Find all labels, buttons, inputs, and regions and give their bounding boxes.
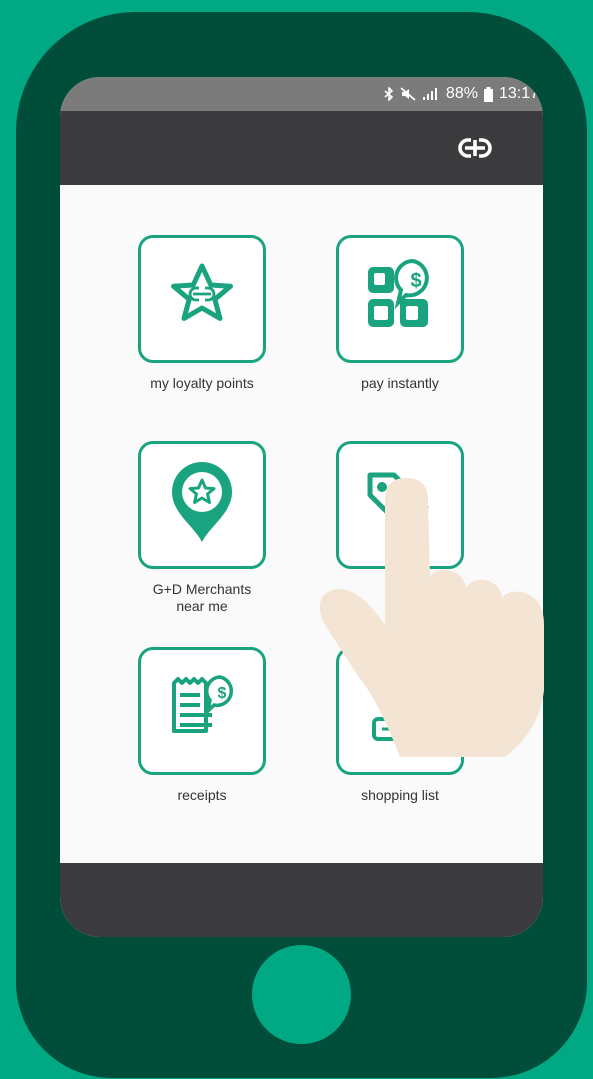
star-logo-icon — [162, 257, 242, 342]
bottom-bar — [60, 863, 543, 937]
menu-grid: my loyalty points $ pay instantly G+D Me… — [60, 185, 543, 863]
pay-grid-icon: $ — [360, 257, 440, 342]
mute-icon — [400, 87, 416, 101]
tile-label: receipts — [177, 787, 227, 803]
location-star-icon — [162, 458, 242, 553]
svg-text:$: $ — [218, 685, 227, 702]
signal-icon — [422, 87, 440, 101]
tag-icon — [360, 463, 440, 548]
gd-logo-icon — [457, 136, 493, 160]
app-bar — [60, 111, 543, 185]
battery-level: 88% — [445, 85, 478, 102]
tile-box — [138, 441, 266, 569]
tile-label: shopping list — [361, 787, 439, 803]
tile-label: G+D Merchants near me — [152, 581, 252, 614]
shopping-list-icon — [360, 669, 440, 754]
tile-loyalty-points[interactable]: my loyalty points — [132, 235, 272, 392]
battery-icon — [483, 86, 493, 102]
phone-screen: 88% 13:17 my loyalty points $ pay instan… — [60, 77, 543, 937]
status-time: 13:17 — [498, 85, 539, 102]
receipt-icon: $ — [162, 669, 242, 754]
home-button[interactable] — [252, 945, 351, 1044]
tile-box — [336, 441, 464, 569]
tile-pay-instantly[interactable]: $ pay instantly — [330, 235, 470, 392]
tile-receipts[interactable]: $ receipts — [132, 647, 272, 804]
tile-label: pay instantly — [361, 375, 439, 391]
tile-box: $ — [336, 235, 464, 363]
tile-box — [336, 647, 464, 775]
tile-tag[interactable] — [330, 441, 470, 581]
status-bar: 88% 13:17 — [60, 77, 543, 111]
tile-box: $ — [138, 647, 266, 775]
tile-label: my loyalty points — [150, 375, 254, 391]
tile-shopping-list[interactable]: shopping list — [330, 647, 470, 804]
tile-merchants-near-me[interactable]: G+D Merchants near me — [132, 441, 272, 615]
svg-text:$: $ — [410, 270, 421, 292]
tile-box — [138, 235, 266, 363]
bluetooth-icon — [384, 87, 394, 101]
